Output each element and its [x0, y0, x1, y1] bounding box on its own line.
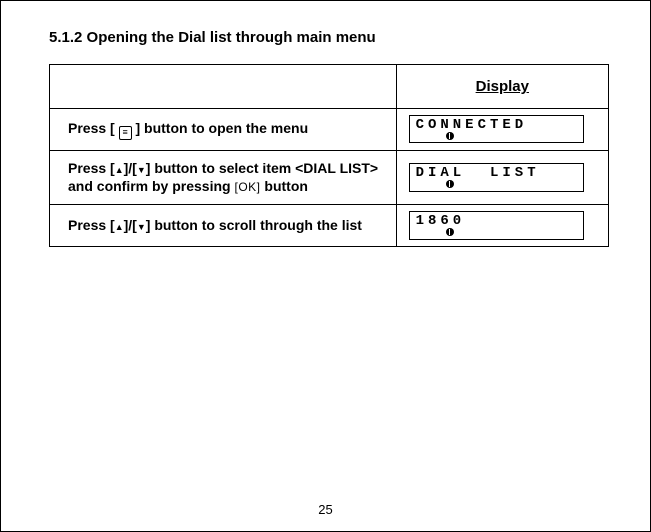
text: ] button to open the menu [135, 120, 308, 136]
display-cell: DIAL LIST [396, 150, 608, 205]
text: ] button to select item [146, 160, 291, 176]
lcd-line2 [416, 180, 577, 189]
text: <DIAL LIST> [295, 160, 378, 176]
section-heading: 5.1.2 Opening the Dial list through main… [49, 29, 609, 46]
table-row: Press [▲]/[▼] button to scroll through t… [50, 205, 609, 246]
page-frame: 5.1.2 Opening the Dial list through main… [0, 0, 651, 532]
ok-label: [OK] [234, 180, 260, 194]
text: ] button to scroll through the list [146, 217, 362, 233]
table-row: Press [▲]/[▼] button to select item <DIA… [50, 150, 609, 205]
lcd-display: CONNECTED [409, 115, 584, 143]
lcd-line1: 1860 [416, 214, 577, 228]
header-blank [50, 65, 397, 109]
lcd-display: DIAL LIST [409, 163, 584, 191]
instruction-cell: Press [▲]/[▼] button to select item <DIA… [50, 150, 397, 205]
header-display: Display [396, 65, 608, 109]
table-row: Press [ ≡ ] button to open the menu CONN… [50, 109, 609, 151]
bluetooth-icon [446, 132, 454, 140]
text: Press [ [68, 217, 115, 233]
up-arrow-icon: ▲ [115, 165, 124, 175]
table-header-row: Display [50, 65, 609, 109]
lcd-line1: CONNECTED [416, 118, 577, 132]
text: ]/[ [124, 217, 137, 233]
menu-icon: ≡ [119, 126, 132, 140]
text: button [261, 178, 308, 194]
bluetooth-icon [446, 228, 454, 236]
display-cell: CONNECTED [396, 109, 608, 151]
page-content: 5.1.2 Opening the Dial list through main… [49, 29, 609, 247]
up-arrow-icon: ▲ [115, 222, 124, 232]
text: and confirm by pressing [68, 178, 234, 194]
down-arrow-icon: ▼ [137, 222, 146, 232]
text: Press [ [68, 120, 115, 136]
lcd-line2 [416, 228, 577, 237]
instruction-table: Display Press [ ≡ ] button to open the m… [49, 64, 609, 247]
lcd-display: 1860 [409, 211, 584, 239]
down-arrow-icon: ▼ [137, 165, 146, 175]
lcd-line2 [416, 132, 577, 141]
lcd-line1: DIAL LIST [416, 166, 577, 180]
header-display-label: Display [476, 78, 529, 95]
text: Press [ [68, 160, 115, 176]
bluetooth-icon [446, 180, 454, 188]
text: ]/[ [124, 160, 137, 176]
instruction-cell: Press [ ≡ ] button to open the menu [50, 109, 397, 151]
instruction-cell: Press [▲]/[▼] button to scroll through t… [50, 205, 397, 246]
display-cell: 1860 [396, 205, 608, 246]
page-number: 25 [1, 502, 650, 517]
